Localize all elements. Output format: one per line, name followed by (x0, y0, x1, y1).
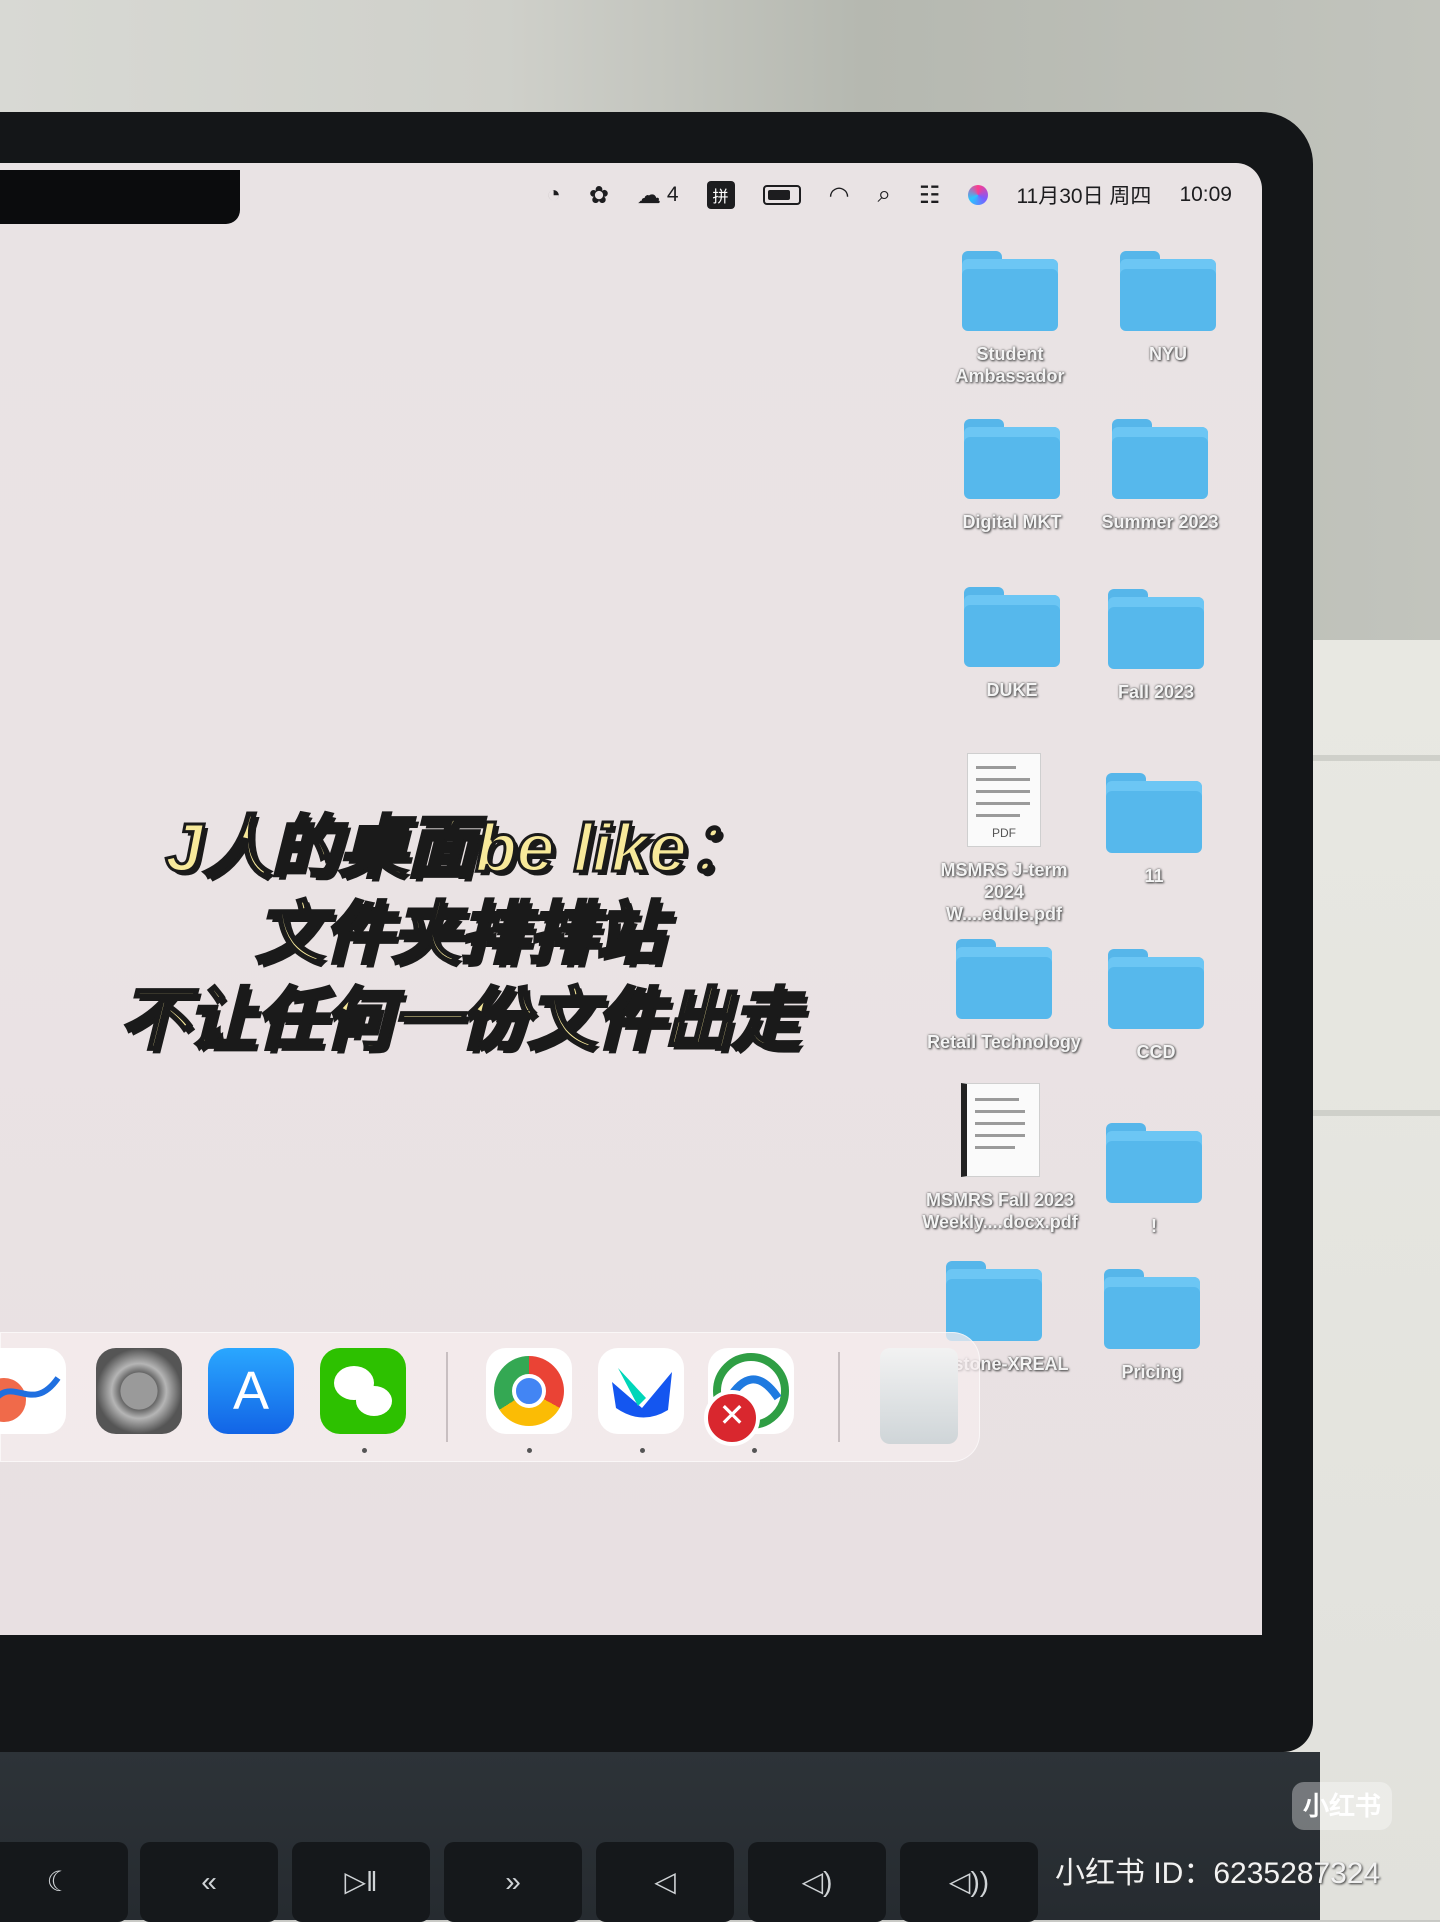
folder-icon (956, 939, 1052, 1019)
folder-icon (964, 419, 1060, 499)
lotus-icon[interactable]: ✿ (589, 181, 609, 210)
desktop-folder[interactable]: Fall 2023 (1076, 589, 1236, 703)
desktop-folder[interactable]: Pricing (1072, 1269, 1232, 1383)
wechat-bubble-icon (356, 1386, 392, 1416)
key-volume-down-icon[interactable]: ◁) (748, 1842, 886, 1922)
desktop-folder[interactable]: Summer 2023 (1080, 419, 1240, 533)
folder-icon (946, 1261, 1042, 1341)
key-moon-icon[interactable]: ☾ (0, 1842, 128, 1922)
desktop-folder[interactable]: Student Ambassador (930, 251, 1090, 387)
desktop-item-label: Summer 2023 (1101, 512, 1219, 532)
folder-icon (964, 587, 1060, 667)
running-indicator (362, 1448, 367, 1453)
status-app-icon[interactable]: ◔ (546, 181, 561, 209)
running-indicator (527, 1448, 532, 1453)
key-mute-icon[interactable]: ◁ (596, 1842, 734, 1922)
dock-separator (838, 1352, 840, 1442)
battery-icon[interactable] (762, 185, 801, 205)
desktop-item-label: Student Ambassador (955, 344, 1065, 386)
folder-icon (1106, 1123, 1202, 1203)
running-indicator (752, 1448, 757, 1453)
pdf-document-icon: PDF (967, 753, 1041, 847)
app-store-icon: A (232, 1361, 270, 1421)
dock-separator (446, 1352, 448, 1442)
key-rewind-icon[interactable]: « (140, 1842, 278, 1922)
desktop-folder[interactable]: 11 (1074, 773, 1234, 887)
dock-app-chrome[interactable] (486, 1348, 572, 1434)
wechat-status[interactable]: ☁ 4 (637, 181, 679, 210)
input-method-badge[interactable]: 拼 (706, 181, 735, 209)
wechat-unread-count: 4 (666, 183, 679, 206)
dock-app-wechat[interactable] (320, 1348, 406, 1434)
caption-line: 不让任何一份文件出走 (118, 981, 801, 1060)
control-center-icon[interactable]: ☷ (919, 181, 941, 210)
feishu-icon (612, 1368, 672, 1418)
dock-app-system-settings[interactable] (96, 1348, 182, 1434)
watermark-logo: 小红书 (1292, 1782, 1392, 1830)
dock-app-freeform[interactable] (0, 1348, 66, 1434)
desktop-item-label: Retail Technology (927, 1032, 1081, 1052)
siri-icon[interactable] (968, 185, 989, 205)
desktop-item-label: DUKE (986, 680, 1038, 700)
caption-line: J人的桌面be like： (164, 809, 757, 888)
folder-icon (1106, 773, 1202, 853)
desktop-folder[interactable]: Retail Technology (924, 939, 1084, 1053)
spotlight-search-icon[interactable]: ⌕ (877, 181, 890, 209)
desktop-item-label: Digital MKT (962, 512, 1062, 532)
overlay-caption: J人的桌面be like： 文件夹排排站 不让任何一份文件出走 (60, 805, 860, 1063)
folder-icon (1112, 419, 1208, 499)
desktop-folder[interactable]: Digital MKT (932, 419, 1092, 533)
caption-line: 文件夹排排站 (254, 895, 665, 974)
dock-app-app-store[interactable]: A (208, 1348, 294, 1434)
desktop-item-label: CCD (1136, 1042, 1176, 1062)
freeform-icon (0, 1376, 61, 1422)
desktop-item-label: MSMRS J-term 2024 W....edule.pdf (940, 860, 1068, 924)
menu-bar: ◔ ✿ ☁ 4 拼 ◠ ⌕ ☷ 11月30日 周四 10:09 (240, 163, 1262, 227)
chrome-center (512, 1374, 546, 1408)
folder-icon (1120, 251, 1216, 331)
dock-app-feishu[interactable] (598, 1348, 684, 1434)
menubar-time[interactable]: 10:09 (1179, 183, 1232, 207)
document-icon (960, 1083, 1040, 1177)
folder-icon (1104, 1269, 1200, 1349)
folder-icon (1108, 949, 1204, 1029)
desktop-item-label: Pricing (1121, 1362, 1183, 1382)
folder-icon (962, 251, 1058, 331)
wifi-icon[interactable]: ◠ (829, 181, 850, 210)
desktop-item-label: 11 (1144, 866, 1164, 886)
pdf-tag: PDF (992, 826, 1016, 840)
desktop-folder[interactable]: DUKE (932, 587, 1092, 701)
watermark-id: 小红书 ID：6235287324 (1055, 1857, 1381, 1890)
dock-trash[interactable] (880, 1348, 958, 1444)
camera-notch (0, 170, 240, 224)
desktop-item-label: Fall 2023 (1117, 682, 1195, 702)
key-play-pause-icon[interactable]: ▷‖ (292, 1842, 430, 1922)
running-indicator (640, 1448, 645, 1453)
folder-icon (1108, 589, 1204, 669)
desktop-pdf-file[interactable]: PDF MSMRS J-term 2024 W....edule.pdf (924, 753, 1084, 925)
wechat-icon: ☁ (636, 181, 661, 209)
desktop-item-label: NYU (1148, 344, 1187, 364)
desktop-folder[interactable]: ! (1074, 1123, 1234, 1237)
desktop-folder[interactable]: CCD (1076, 949, 1236, 1063)
key-fast-forward-icon[interactable]: » (444, 1842, 582, 1922)
error-badge-icon: ✕ (704, 1390, 760, 1446)
desktop-item-label: MSMRS Fall 2023 Weekly....docx.pdf (922, 1190, 1078, 1232)
menubar-date[interactable]: 11月30日 周四 (1016, 180, 1151, 210)
key-volume-up-icon[interactable]: ◁)) (900, 1842, 1038, 1922)
desktop-docx-file[interactable]: MSMRS Fall 2023 Weekly....docx.pdf (920, 1083, 1080, 1233)
desktop-folder[interactable]: NYU (1088, 251, 1248, 365)
desktop-item-label: ! (1151, 1216, 1157, 1236)
